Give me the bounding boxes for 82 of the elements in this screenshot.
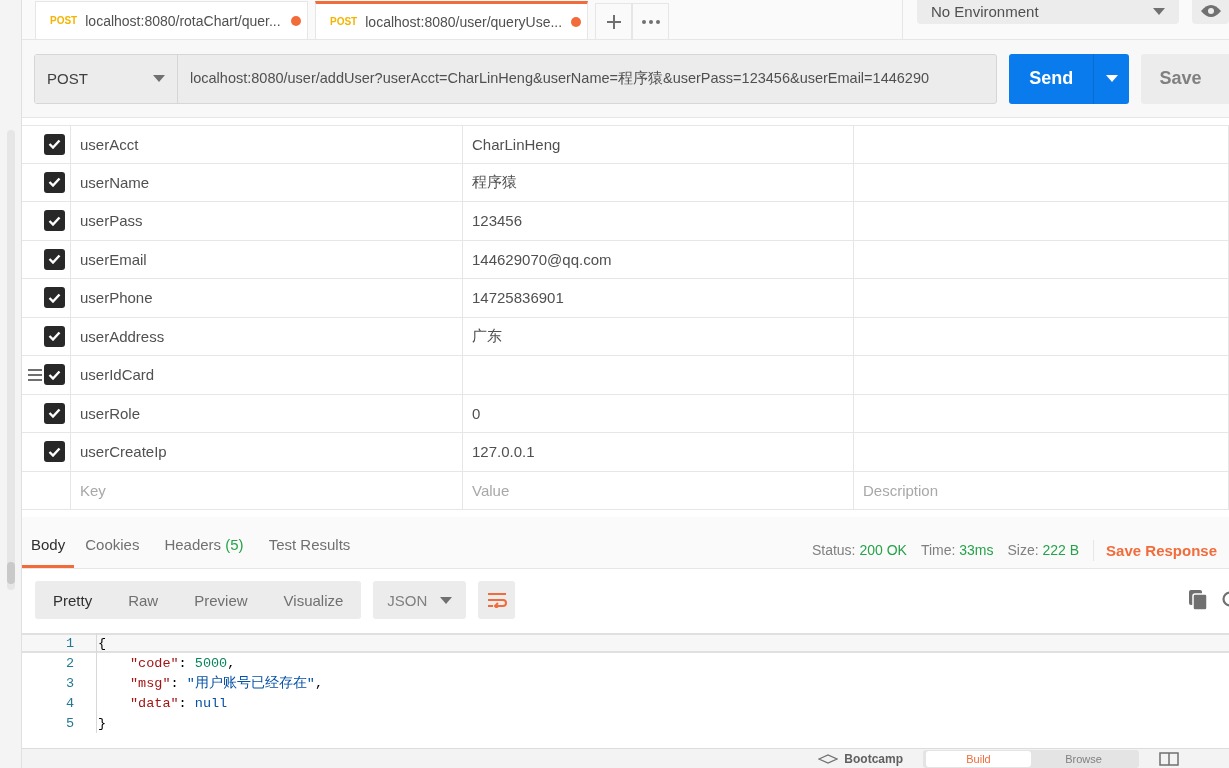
request-tab[interactable]: POST localhost:8080/rotaChart/quer... [35,1,308,39]
code-line: "msg": "用户账号已经存在", [96,673,324,693]
line-number: 2 [64,655,75,671]
wrap-button[interactable] [478,581,516,619]
key-cell[interactable]: userIdCard [71,356,463,394]
response-tab[interactable]: Body [22,536,75,568]
key-cell[interactable]: userName [71,163,463,201]
key-cell[interactable]: userRole [71,394,463,432]
scrollbar[interactable] [6,130,15,590]
view-tab[interactable]: Visualize [265,581,362,619]
scrollbar-thumb[interactable] [6,562,15,584]
drag-handle-icon[interactable] [28,368,42,381]
response-stat: Status: 200 OK [811,542,907,558]
checkbox[interactable] [44,248,65,270]
value-cell[interactable]: 广东 [463,317,854,355]
view-tab[interactable]: Preview [176,581,266,619]
more-button[interactable] [632,3,669,39]
check-icon [48,331,61,342]
request-tab[interactable]: POST localhost:8080/user/queryUse... [315,1,588,39]
view-tab[interactable]: Raw [110,581,177,619]
line-number: 3 [64,675,75,691]
key-cell[interactable]: userAcct [71,126,463,163]
more-icon [641,19,660,24]
wrap-lines-icon [486,592,507,608]
check-icon [48,215,61,226]
value-cell[interactable]: CharLinHeng [463,126,854,163]
checkbox[interactable] [44,402,65,424]
send-button[interactable]: Send [1009,53,1130,104]
method-label: POST [330,16,358,27]
key-cell[interactable]: userAddress [71,317,463,355]
checkbox[interactable] [44,133,65,155]
value-cell[interactable]: 127.0.0.1 [463,433,854,471]
key-cell[interactable]: userCreateIp [71,433,463,471]
checkbox[interactable] [44,441,65,463]
checkbox[interactable] [44,287,65,309]
value-cell[interactable]: 123456 [463,202,854,240]
copy-icon[interactable] [1189,590,1207,610]
tab-title: localhost:8080/rotaChart/quer... [85,12,282,29]
response-tab[interactable]: Cookies [76,536,149,568]
value-cell[interactable]: 0 [463,394,854,432]
line-number: 5 [64,715,75,731]
check-icon [48,139,61,150]
bootcamp-link[interactable]: Bootcamp [818,751,903,766]
response-stat: Time: 33ms [920,542,994,558]
key-cell[interactable]: userPhone [71,279,463,317]
check-icon [48,369,61,380]
line-number: 1 [64,635,75,651]
method-label: POST [50,15,78,26]
caret-icon [1105,75,1118,82]
eye-button[interactable] [1192,0,1229,24]
value-cell[interactable]: 14725836901 [463,279,854,317]
check-icon [48,292,61,303]
caret-icon [440,596,453,604]
caret-icon [1153,7,1165,15]
line-number: 4 [64,695,75,711]
code-line: "data": null [96,693,228,713]
response-tab[interactable]: Test Results [259,536,360,568]
check-icon [48,177,61,188]
eye-icon [1200,5,1221,17]
checkbox[interactable] [44,210,65,232]
check-icon [48,446,61,457]
check-icon [48,254,61,265]
code-line: "code": 5000, [96,653,236,673]
checkbox[interactable] [44,325,65,347]
value-cell[interactable]: 程序猿 [463,163,854,201]
response-stat: Size: 222 B [1007,542,1080,558]
graduation-cap-icon [818,753,839,764]
environment-dropdown[interactable]: No Environment [917,0,1179,24]
layout-icon[interactable] [1159,751,1179,766]
tab-title: localhost:8080/user/queryUse... [365,13,563,30]
key-cell[interactable]: userEmail [71,240,463,278]
check-icon [48,408,61,419]
checkbox[interactable] [44,364,65,386]
response-tab[interactable]: Headers (5) [155,536,253,568]
key-cell[interactable]: userPass [71,202,463,240]
plus-icon [605,13,622,30]
view-tab[interactable]: Pretty [35,581,111,619]
code-line: { [96,633,107,653]
checkbox[interactable] [44,171,65,193]
new-tab-button[interactable] [595,3,632,39]
code-line: } [96,713,107,733]
value-cell[interactable]: 144629070@qq.com [463,240,854,278]
